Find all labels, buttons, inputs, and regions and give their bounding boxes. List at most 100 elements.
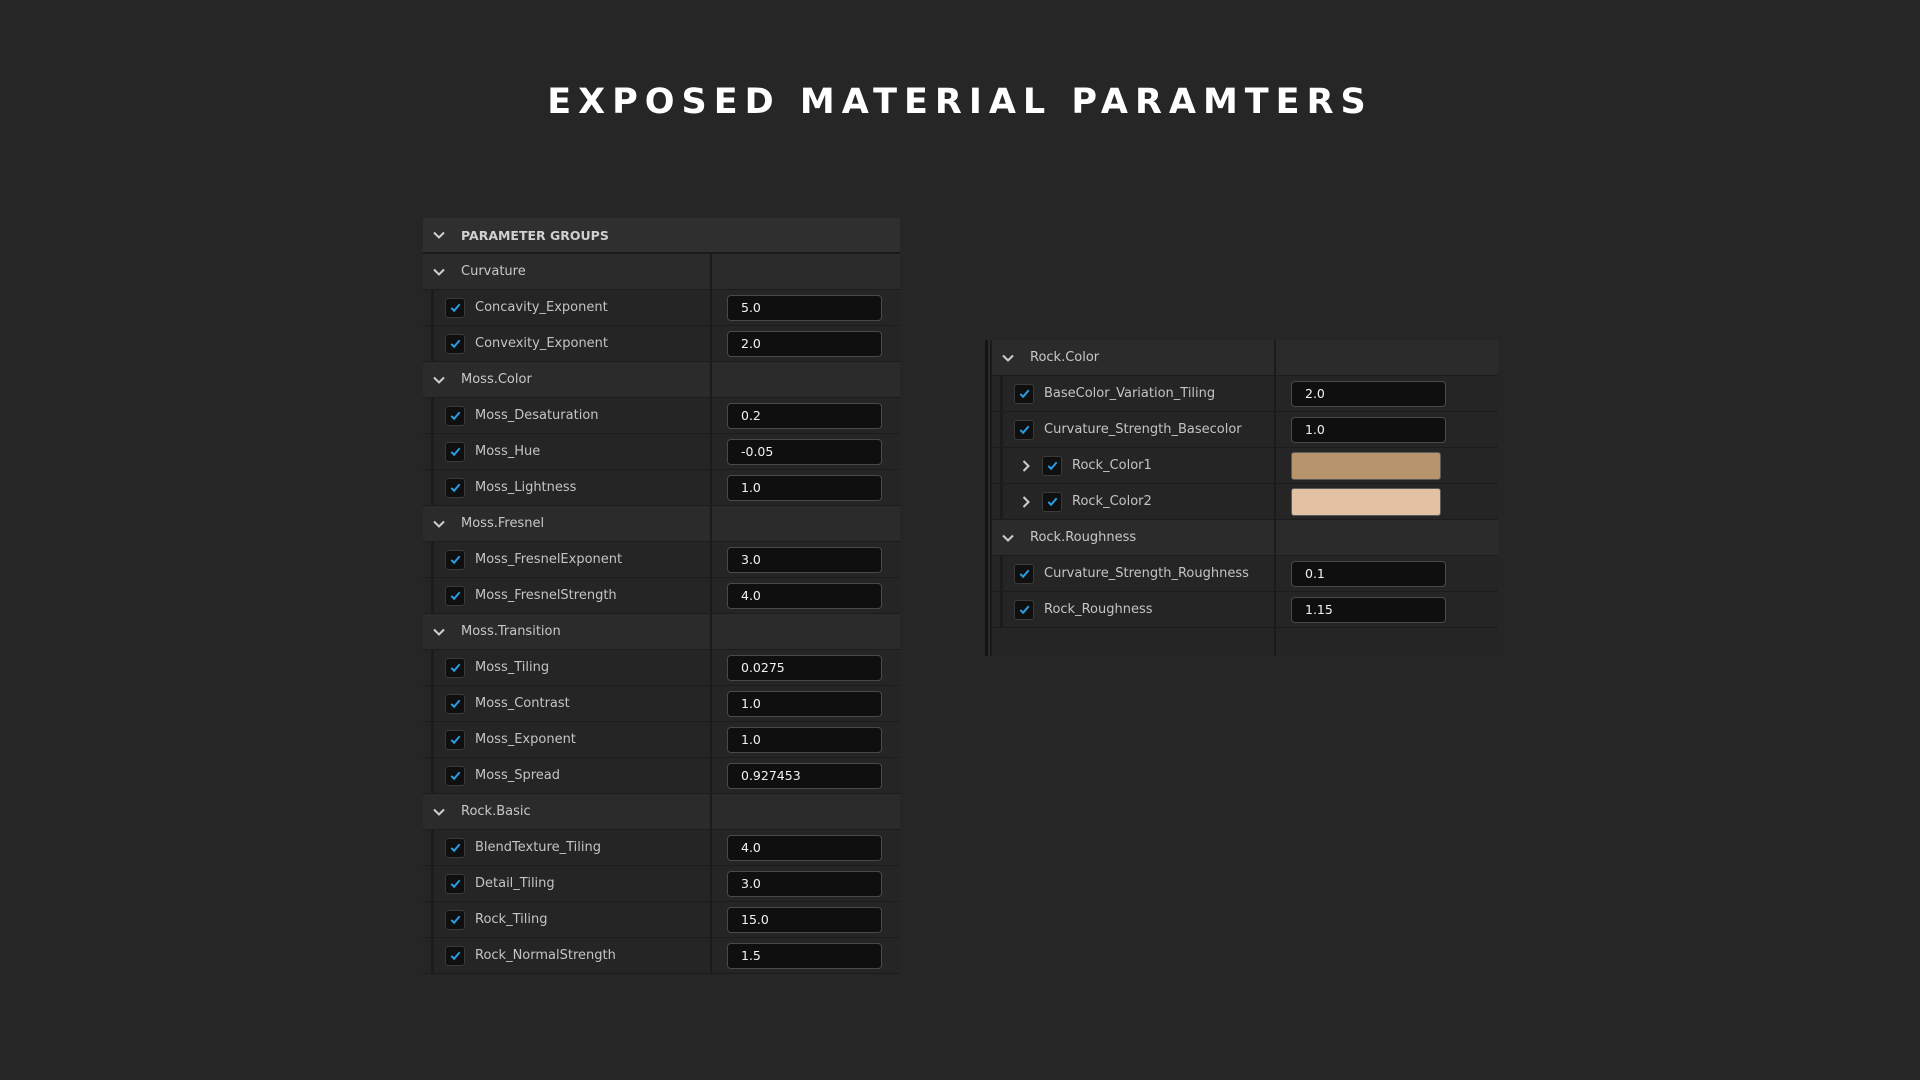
chevron-down-icon[interactable] <box>1000 350 1016 366</box>
value-field[interactable]: 3.0 <box>727 870 882 897</box>
enable-checkbox[interactable] <box>445 729 465 750</box>
checkmark-icon <box>1018 567 1031 580</box>
chevron-down-icon[interactable] <box>431 227 447 243</box>
chevron-down-icon[interactable] <box>431 264 447 280</box>
column-divider[interactable] <box>710 794 712 829</box>
value-field[interactable]: 0.2 <box>727 402 882 429</box>
indent-guide <box>423 541 435 578</box>
checkmark-icon <box>449 769 462 782</box>
value-field[interactable]: 2.0 <box>727 330 882 357</box>
enable-checkbox[interactable] <box>1014 383 1034 404</box>
param-row-curvature-strength-basecolor: Curvature_Strength_Basecolor 1.0 <box>992 411 1498 448</box>
checkmark-icon <box>449 481 462 494</box>
enable-checkbox[interactable] <box>1014 563 1034 584</box>
value-field[interactable]: 0.0275 <box>727 654 882 681</box>
column-divider[interactable] <box>1274 520 1276 555</box>
enable-checkbox[interactable] <box>445 333 465 354</box>
checkmark-icon <box>449 877 462 890</box>
group-label: Moss.Transition <box>461 624 561 639</box>
enable-checkbox[interactable] <box>445 873 465 894</box>
enable-checkbox[interactable] <box>445 405 465 426</box>
value-field[interactable]: 1.0 <box>1291 416 1446 443</box>
group-label: Rock.Color <box>1030 350 1100 365</box>
column-divider[interactable] <box>1274 628 1276 656</box>
param-label: Curvature_Strength_Basecolor <box>1044 422 1242 437</box>
parameter-groups-title: PARAMETER GROUPS <box>461 227 609 243</box>
enable-checkbox[interactable] <box>445 477 465 498</box>
column-divider[interactable] <box>710 362 712 397</box>
enable-checkbox[interactable] <box>445 585 465 606</box>
chevron-down-icon[interactable] <box>431 624 447 640</box>
parameter-groups-header[interactable]: PARAMETER GROUPS <box>423 218 900 254</box>
chevron-down-icon[interactable] <box>1000 530 1016 546</box>
enable-checkbox[interactable] <box>445 657 465 678</box>
enable-checkbox[interactable] <box>445 765 465 786</box>
value-field[interactable]: 1.0 <box>727 474 882 501</box>
value-field[interactable]: 1.0 <box>727 726 882 753</box>
param-row-rock-color1: Rock_Color1 <box>992 447 1498 484</box>
param-label: Rock_Roughness <box>1044 602 1153 617</box>
column-divider[interactable] <box>710 614 712 649</box>
column-divider[interactable] <box>710 506 712 541</box>
indent-guide <box>423 469 435 506</box>
value-field[interactable]: 1.0 <box>727 690 882 717</box>
enable-checkbox[interactable] <box>445 837 465 858</box>
param-label: Moss_Exponent <box>475 732 576 747</box>
enable-checkbox[interactable] <box>445 945 465 966</box>
checkmark-icon <box>449 661 462 674</box>
value-field[interactable]: 3.0 <box>727 546 882 573</box>
indent-guide <box>423 289 435 326</box>
checkmark-icon <box>449 733 462 746</box>
group-rock-color[interactable]: Rock.Color <box>992 340 1498 376</box>
param-label: BaseColor_Variation_Tiling <box>1044 386 1216 401</box>
enable-checkbox[interactable] <box>445 297 465 318</box>
enable-checkbox[interactable] <box>445 549 465 570</box>
value-field[interactable]: 5.0 <box>727 294 882 321</box>
enable-checkbox[interactable] <box>445 909 465 930</box>
param-row-curvature-strength-roughness: Curvature_Strength_Roughness 0.1 <box>992 555 1498 592</box>
group-moss-fresnel[interactable]: Moss.Fresnel <box>423 506 900 542</box>
value-field[interactable]: 0.1 <box>1291 560 1446 587</box>
chevron-right-icon[interactable] <box>1018 494 1034 510</box>
group-rock-basic[interactable]: Rock.Basic <box>423 794 900 830</box>
param-row-moss-contrast: Moss_Contrast 1.0 <box>423 685 900 722</box>
value-field[interactable]: 2.0 <box>1291 380 1446 407</box>
enable-checkbox[interactable] <box>445 693 465 714</box>
color-swatch[interactable] <box>1291 487 1441 516</box>
param-row-moss-spread: Moss_Spread 0.927453 <box>423 757 900 794</box>
enable-checkbox[interactable] <box>1014 419 1034 440</box>
checkmark-icon <box>449 337 462 350</box>
value-field[interactable]: 0.927453 <box>727 762 882 789</box>
page-title: EXPOSED MATERIAL PARAMTERS <box>547 82 1373 122</box>
param-label: BlendTexture_Tiling <box>475 840 601 855</box>
value-field[interactable]: 1.5 <box>727 942 882 969</box>
value-field[interactable]: -0.05 <box>727 438 882 465</box>
indent-guide <box>423 433 435 470</box>
panel-resize-handle[interactable] <box>985 340 992 656</box>
enable-checkbox[interactable] <box>1042 491 1062 512</box>
group-rock-roughness[interactable]: Rock.Roughness <box>992 520 1498 556</box>
value-field[interactable]: 15.0 <box>727 906 882 933</box>
chevron-down-icon[interactable] <box>431 372 447 388</box>
chevron-down-icon[interactable] <box>431 804 447 820</box>
enable-checkbox[interactable] <box>1042 455 1062 476</box>
value-field[interactable]: 4.0 <box>727 834 882 861</box>
column-divider[interactable] <box>710 254 712 289</box>
enable-checkbox[interactable] <box>1014 599 1034 620</box>
enable-checkbox[interactable] <box>445 441 465 462</box>
param-label: Rock_Color1 <box>1072 458 1152 473</box>
chevron-right-icon[interactable] <box>1018 458 1034 474</box>
group-moss-color[interactable]: Moss.Color <box>423 362 900 398</box>
rock-parameters-panel: Rock.Color BaseColor_Variation_Tiling 2.0 C… <box>985 340 1498 656</box>
param-label: Moss_Hue <box>475 444 541 459</box>
group-moss-transition[interactable]: Moss.Transition <box>423 614 900 650</box>
color-swatch[interactable] <box>1291 451 1441 480</box>
param-label: Rock_Tiling <box>475 912 548 927</box>
chevron-down-icon[interactable] <box>431 516 447 532</box>
value-field[interactable]: 4.0 <box>727 582 882 609</box>
param-label: Concavity_Exponent <box>475 300 608 315</box>
group-curvature[interactable]: Curvature <box>423 254 900 290</box>
value-field[interactable]: 1.15 <box>1291 596 1446 623</box>
param-row-moss-exponent: Moss_Exponent 1.0 <box>423 721 900 758</box>
column-divider[interactable] <box>1274 340 1276 375</box>
